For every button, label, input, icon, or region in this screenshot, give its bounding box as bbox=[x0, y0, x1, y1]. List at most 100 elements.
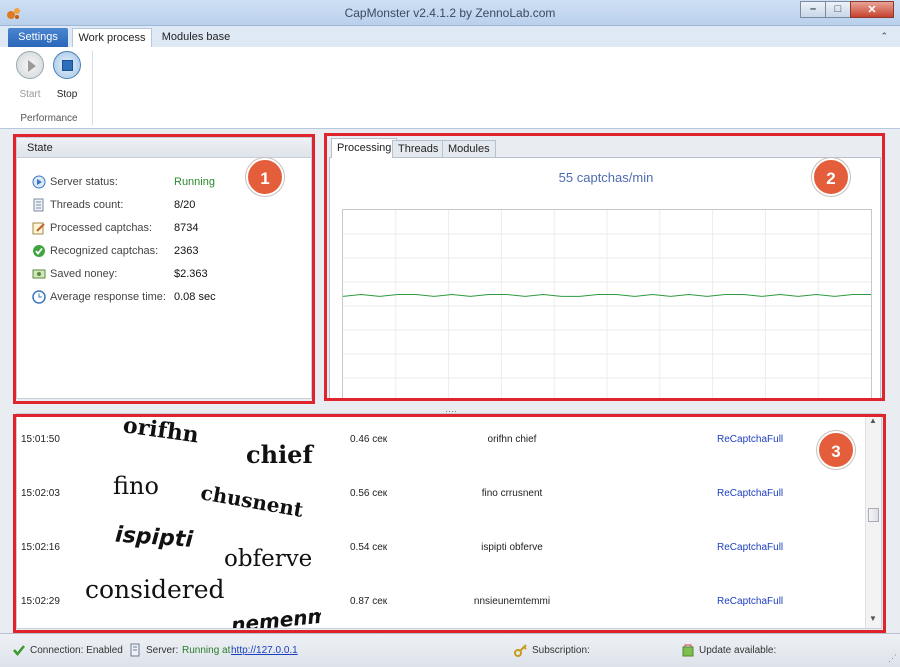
log-answer: ispipti obferve bbox=[481, 542, 543, 553]
state-label: Processed captchas: bbox=[50, 222, 153, 234]
resize-grip-icon[interactable]: ⋰ bbox=[888, 653, 897, 664]
start-label: Start bbox=[19, 89, 41, 100]
log-time: 15:02:03 bbox=[21, 488, 60, 499]
maximize-icon: □ bbox=[834, 3, 842, 15]
chart-panel: 55 captchas/min Processing Threads Modul… bbox=[329, 138, 881, 402]
subscription-label: Subscription: bbox=[532, 645, 590, 656]
threads-value: 8/20 bbox=[174, 199, 196, 211]
captcha-image: orifhn chief bbox=[121, 414, 314, 468]
log-type: ReCaptchaFull bbox=[717, 434, 784, 445]
log-answer: fino crrusnent bbox=[481, 488, 543, 499]
log-duration: 0.56 сек bbox=[350, 488, 388, 499]
captcha-image: considered nemenmi bbox=[85, 576, 321, 629]
connection-status: Connection: Enabled bbox=[30, 645, 123, 656]
minimize-button[interactable]: – bbox=[800, 1, 826, 18]
status-bar: Connection: Enabled Server: Running at h… bbox=[0, 633, 900, 667]
chevron-up-icon[interactable]: ⌃ bbox=[880, 31, 888, 42]
state-header: State bbox=[17, 138, 311, 158]
ribbon-group-divider bbox=[92, 51, 93, 125]
key-icon bbox=[514, 644, 527, 657]
server-url-link[interactable]: http://127.0.0.1 bbox=[231, 644, 298, 658]
captcha-word: orifhn bbox=[121, 414, 200, 449]
log-scrollbar[interactable]: ▲ ▼ bbox=[865, 414, 881, 628]
maximize-button[interactable]: □ bbox=[825, 1, 851, 18]
captcha-word: obferve bbox=[224, 546, 312, 572]
server-status-icon bbox=[32, 175, 46, 189]
minimize-icon: – bbox=[809, 3, 817, 15]
capture-rate: 55 captchas/min bbox=[558, 170, 654, 185]
captcha-log: 15:01:50 orifhn chief 0.46 сек orifhn ch… bbox=[16, 413, 882, 629]
state-label: Server status: bbox=[50, 176, 118, 188]
scroll-thumb[interactable] bbox=[868, 508, 879, 522]
log-answer: orifhn chief bbox=[487, 434, 537, 445]
captcha-word: considered bbox=[85, 576, 225, 604]
response-time-value: 0.08 sec bbox=[174, 291, 216, 303]
tab-modules-base[interactable]: Modules base bbox=[156, 28, 236, 47]
ribbon-tab-bar: Settings Work process Modules base ⌃ bbox=[0, 26, 900, 47]
stop-label: Stop bbox=[56, 89, 78, 100]
log-row[interactable]: 15:01:50 orifhn chief 0.46 сек orifhn ch… bbox=[17, 414, 865, 468]
stop-button[interactable]: Stop bbox=[51, 51, 83, 100]
processing-chart bbox=[342, 210, 871, 402]
close-button[interactable]: ✕ bbox=[850, 1, 894, 18]
captcha-image: ispipti obferve bbox=[114, 523, 312, 572]
server-icon bbox=[130, 643, 140, 657]
captcha-word: nemenmi bbox=[230, 602, 321, 629]
captcha-word: ispipti bbox=[114, 523, 194, 553]
log-row[interactable]: 15:02:29 considered nemenmi 0.87 сек nns… bbox=[17, 576, 865, 629]
check-icon bbox=[33, 245, 45, 257]
log-answer: nnsieunemtemmi bbox=[473, 596, 551, 607]
log-duration: 0.46 сек bbox=[350, 434, 388, 445]
ribbon-panel: Start Stop Performance bbox=[0, 47, 900, 129]
play-icon bbox=[28, 60, 36, 72]
main-area: State Server status: Running Threads cou… bbox=[0, 129, 900, 633]
processed-value: 8734 bbox=[174, 222, 199, 234]
badge-1: 1 bbox=[246, 158, 284, 196]
start-button[interactable]: Start bbox=[14, 51, 46, 100]
window-title: CapMonster v2.4.1.2 by ZennoLab.com bbox=[344, 6, 556, 20]
log-duration: 0.87 сек bbox=[350, 596, 388, 607]
tab-modules[interactable]: Modules bbox=[442, 140, 496, 158]
server-running-text: Running at bbox=[182, 645, 231, 656]
processed-icon bbox=[32, 222, 45, 235]
captcha-word: chusnent bbox=[199, 480, 306, 522]
badge-2: 2 bbox=[812, 158, 850, 196]
state-label: Recognized captchas: bbox=[50, 245, 159, 257]
log-row[interactable]: 15:02:03 fino chusnent 0.56 сек fino crr… bbox=[17, 468, 865, 522]
chart-body: 55 captchas/min bbox=[329, 157, 881, 402]
tab-processing[interactable]: Processing bbox=[331, 138, 398, 158]
captcha-word: chief bbox=[246, 440, 314, 468]
saved-money-value: $2.363 bbox=[174, 268, 208, 280]
state-label: Saved noney: bbox=[50, 268, 118, 280]
update-label: Update available: bbox=[699, 645, 777, 656]
log-type: ReCaptchaFull bbox=[717, 542, 784, 553]
log-type: ReCaptchaFull bbox=[717, 488, 784, 499]
threads-icon bbox=[33, 198, 44, 212]
clock-icon bbox=[32, 290, 46, 304]
log-row[interactable]: 15:02:16 ispipti obferve 0.54 сек ispipt… bbox=[17, 522, 865, 576]
update-package-icon bbox=[682, 644, 694, 657]
connection-check-icon bbox=[13, 645, 25, 656]
tab-threads[interactable]: Threads bbox=[392, 140, 445, 158]
scroll-up-icon[interactable]: ▲ bbox=[869, 416, 877, 425]
log-time: 15:01:50 bbox=[21, 434, 60, 445]
recognized-value: 2363 bbox=[174, 245, 199, 257]
close-icon: ✕ bbox=[867, 4, 877, 16]
badge-3: 3 bbox=[817, 431, 855, 469]
scroll-down-icon[interactable]: ▼ bbox=[869, 614, 877, 623]
state-label: Average response time: bbox=[50, 291, 166, 303]
ribbon-group-label: Performance bbox=[20, 113, 78, 124]
plot-area bbox=[342, 209, 872, 402]
money-icon bbox=[32, 269, 46, 279]
log-duration: 0.54 сек bbox=[350, 542, 388, 553]
server-label: Server: bbox=[146, 645, 179, 656]
log-time: 15:02:16 bbox=[21, 542, 60, 553]
captcha-word: fino bbox=[113, 472, 159, 500]
state-label: Threads count: bbox=[50, 199, 124, 211]
log-time: 15:02:29 bbox=[21, 596, 60, 607]
captcha-image: fino chusnent bbox=[113, 472, 306, 522]
tab-settings[interactable]: Settings bbox=[8, 28, 68, 47]
title-bar: CapMonster v2.4.1.2 by ZennoLab.com – □ … bbox=[0, 0, 900, 26]
stop-icon bbox=[62, 60, 73, 71]
tab-work-process[interactable]: Work process bbox=[72, 28, 152, 47]
